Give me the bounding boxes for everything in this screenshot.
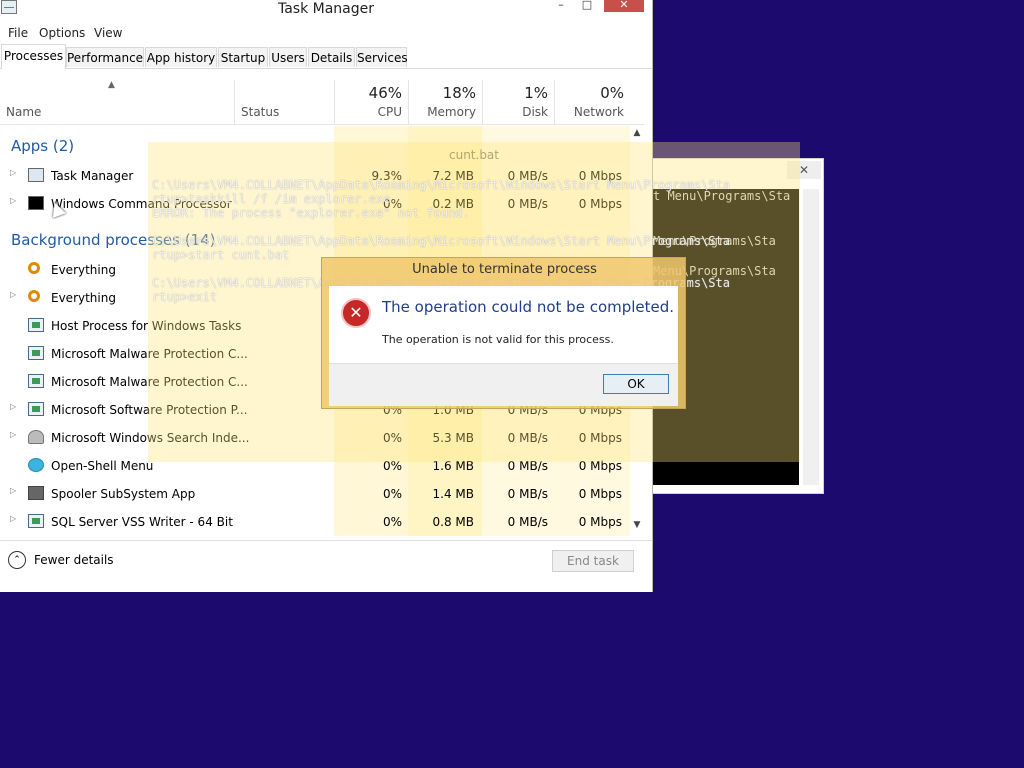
service-icon <box>28 318 44 332</box>
column-status-label: Status <box>241 105 280 119</box>
title-bar: Task Manager – □ ✕ <box>0 0 652 20</box>
chevron-up-icon[interactable]: ⌃ <box>8 551 26 569</box>
cmd-scrollbar[interactable] <box>803 189 819 485</box>
service-icon <box>28 346 44 360</box>
network-value: 0 Mbps <box>578 515 622 529</box>
tab-processes[interactable]: Processes <box>1 44 66 69</box>
expand-icon[interactable]: ▷ <box>10 290 16 299</box>
process-name: Spooler SubSystem App <box>51 487 196 501</box>
service-icon <box>28 402 44 416</box>
process-name: SQL Server VSS Writer - 64 Bit <box>51 515 233 529</box>
cmd-icon <box>28 196 44 210</box>
close-button[interactable]: ✕ <box>604 0 644 12</box>
column-cpu[interactable]: 46% CPU <box>334 80 408 124</box>
column-network-label: Network <box>573 105 624 119</box>
scroll-down-icon[interactable]: ▼ <box>630 520 644 530</box>
menu-file[interactable]: File <box>8 24 28 42</box>
disk-value: 0 MB/s <box>507 487 548 501</box>
table-row[interactable]: ▷ Spooler SubSystem App 0% 1.4 MB 0 MB/s… <box>0 480 630 508</box>
cpu-value: 0% <box>382 487 402 501</box>
cpu-value: 0% <box>382 515 402 529</box>
tab-bar: Processes Performance App history Startu… <box>0 44 652 69</box>
service-icon <box>28 514 44 528</box>
process-name: Everything <box>51 263 116 277</box>
fewer-details-link[interactable]: Fewer details <box>34 553 114 567</box>
maximize-button[interactable]: □ <box>576 0 598 12</box>
dialog-main-instruction: The operation could not be completed. <box>382 298 675 316</box>
dialog-button-bar: OK <box>329 363 678 406</box>
expand-icon[interactable]: ▷ <box>10 486 16 495</box>
column-name[interactable]: ▲ Name <box>0 80 234 124</box>
tab-performance[interactable]: Performance <box>66 47 144 67</box>
dialog-message-area: ✕ The operation could not be completed. … <box>329 286 678 363</box>
process-name: Open-Shell Menu <box>51 459 154 473</box>
column-header: ▲ Name Status 46% CPU 18% Memory 1% Disk… <box>0 80 644 125</box>
ok-button[interactable]: OK <box>603 374 669 394</box>
dialog-title: Unable to terminate process <box>412 262 597 277</box>
expand-icon[interactable]: ▷ <box>10 514 16 523</box>
group-apps: Apps (2) <box>11 137 75 155</box>
task-manager-icon <box>28 168 44 182</box>
minimize-button[interactable]: – <box>548 0 574 12</box>
column-status[interactable]: Status <box>234 80 334 124</box>
tab-users[interactable]: Users <box>269 47 307 67</box>
expand-icon[interactable]: ▷ <box>10 196 16 205</box>
column-disk[interactable]: 1% Disk <box>482 80 554 124</box>
process-name: Everything <box>51 291 116 305</box>
disk-value: 0 MB/s <box>507 515 548 529</box>
process-name: Task Manager <box>51 169 134 183</box>
memory-value: 0.8 MB <box>432 515 474 529</box>
expand-icon[interactable]: ▷ <box>10 402 16 411</box>
globe-icon <box>28 458 44 472</box>
dialog-content-text: The operation is not valid for this proc… <box>382 333 614 346</box>
expand-icon[interactable]: ▷ <box>10 430 16 439</box>
column-network[interactable]: 0% Network <box>554 80 630 124</box>
service-icon <box>28 374 44 388</box>
printer-icon <box>28 486 44 500</box>
tab-details[interactable]: Details <box>308 47 355 67</box>
disk-total: 1% <box>524 84 548 102</box>
network-value: 0 Mbps <box>578 487 622 501</box>
menu-options[interactable]: Options <box>39 24 85 42</box>
search-icon <box>28 290 40 302</box>
tab-app-history[interactable]: App history <box>145 47 217 67</box>
error-icon: ✕ <box>341 298 371 328</box>
tab-startup[interactable]: Startup <box>218 47 268 67</box>
table-row[interactable]: ▷ SQL Server VSS Writer - 64 Bit 0% 0.8 … <box>0 508 630 536</box>
footer-bar: ⌃ Fewer details End task <box>0 540 652 581</box>
search-icon <box>28 262 40 274</box>
memory-value: 1.4 MB <box>432 487 474 501</box>
cpu-total: 46% <box>368 84 402 102</box>
column-memory[interactable]: 18% Memory <box>408 80 482 124</box>
error-dialog: Unable to terminate process ✕ The operat… <box>321 257 686 409</box>
end-task-button[interactable]: End task <box>552 550 634 572</box>
menu-view[interactable]: View <box>94 24 122 42</box>
tab-services[interactable]: Services <box>356 47 408 67</box>
column-memory-label: Memory <box>427 105 476 119</box>
column-name-label: Name <box>6 105 42 119</box>
column-cpu-label: CPU <box>377 105 402 119</box>
column-disk-label: Disk <box>522 105 548 119</box>
user-icon <box>28 430 44 444</box>
memory-total: 18% <box>442 84 476 102</box>
cmd-window-title: cunt.bat <box>448 148 499 162</box>
sort-arrow-icon: ▲ <box>108 80 115 90</box>
network-total: 0% <box>600 84 624 102</box>
expand-icon[interactable]: ▷ <box>10 168 16 177</box>
scroll-up-icon[interactable]: ▲ <box>630 128 644 138</box>
dialog-body: ✕ The operation could not be completed. … <box>329 286 678 406</box>
